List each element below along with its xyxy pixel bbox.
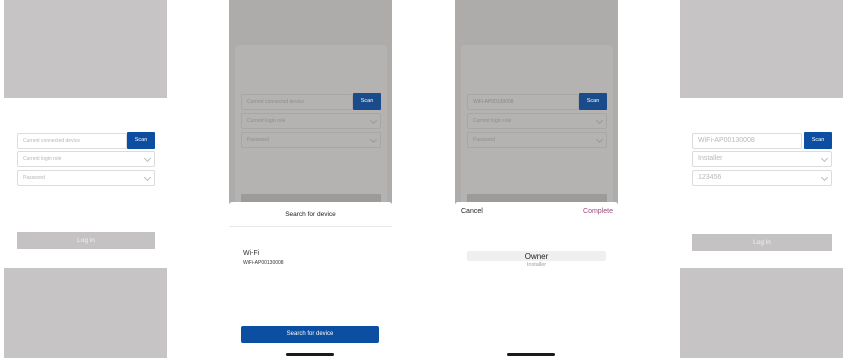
password-field[interactable]: Password xyxy=(467,132,607,148)
scan-button[interactable]: Scan xyxy=(353,93,381,110)
wifi-device-name: WiFi-AP00130008 xyxy=(243,260,284,266)
wifi-list-item[interactable]: Wi-Fi WiFi-AP00130008 xyxy=(243,250,373,272)
chevron-down-icon xyxy=(820,154,829,163)
screen-login-empty: Current connected device Scan Current lo… xyxy=(4,0,167,358)
device-placeholder: Current connected device xyxy=(247,99,304,105)
chevron-down-icon xyxy=(143,173,152,182)
login-button[interactable]: Log in xyxy=(692,234,832,251)
device-field[interactable]: WiFi-AP00130008 xyxy=(692,133,802,149)
search-for-device-button[interactable]: Search for device xyxy=(241,326,379,343)
password-value: 123456 xyxy=(698,174,722,181)
role-select[interactable]: Installer xyxy=(692,151,832,167)
home-indicator xyxy=(286,353,334,356)
role-value: Installer xyxy=(698,155,723,162)
screen-role-picker: WiFi-AP00130008 Scan Current login role … xyxy=(455,0,618,358)
picker-option-installer[interactable]: Installer xyxy=(455,262,618,268)
screen-login-filled: WiFi-AP00130008 Scan Installer 123456 Lo… xyxy=(680,0,843,358)
password-field[interactable]: Password xyxy=(17,170,155,186)
sheet-title: Search for device xyxy=(285,211,336,218)
sheet-divider xyxy=(229,226,392,227)
screen-search-device: Current connected device Scan Current lo… xyxy=(229,0,392,358)
top-gray-area xyxy=(4,0,167,98)
picker-option-owner[interactable]: Owner xyxy=(455,252,618,261)
role-placeholder: Current login role xyxy=(473,118,512,124)
role-select[interactable]: Current login role xyxy=(467,113,607,129)
bottom-gray-area xyxy=(4,268,167,358)
scan-button[interactable]: Scan xyxy=(579,93,607,110)
device-value: WiFi-AP00130008 xyxy=(698,137,755,144)
wifi-heading: Wi-Fi xyxy=(243,250,260,257)
scan-button[interactable]: Scan xyxy=(127,132,155,149)
device-field[interactable]: Current connected device xyxy=(17,133,127,149)
role-placeholder: Current login role xyxy=(23,156,62,162)
device-field[interactable]: Current connected device xyxy=(241,94,353,110)
home-indicator xyxy=(507,353,555,356)
chevron-down-icon xyxy=(595,135,604,144)
device-value: WiFi-AP00130008 xyxy=(473,99,514,105)
chevron-down-icon xyxy=(143,154,152,163)
search-device-sheet: Search for device Wi-Fi WiFi-AP00130008 … xyxy=(229,202,392,358)
password-placeholder: Password xyxy=(247,137,269,143)
password-placeholder: Password xyxy=(23,175,45,181)
role-select[interactable]: Current login role xyxy=(241,113,381,129)
chevron-down-icon xyxy=(369,135,378,144)
chevron-down-icon xyxy=(820,173,829,182)
background-login-button xyxy=(241,194,381,202)
role-picker-sheet: Cancel Complete Owner Installer xyxy=(455,202,618,358)
password-field[interactable]: 123456 xyxy=(692,170,832,186)
device-field[interactable]: WiFi-AP00130008 xyxy=(467,94,579,110)
login-button[interactable]: Log in xyxy=(17,232,155,249)
password-placeholder: Password xyxy=(473,137,495,143)
role-select[interactable]: Current login role xyxy=(17,151,155,167)
device-placeholder: Current connected device xyxy=(23,138,80,144)
password-field[interactable]: Password xyxy=(241,132,381,148)
complete-button[interactable]: Complete xyxy=(583,208,613,215)
chevron-down-icon xyxy=(595,116,604,125)
role-placeholder: Current login role xyxy=(247,118,286,124)
top-gray-area xyxy=(680,0,843,98)
cancel-button[interactable]: Cancel xyxy=(461,208,483,215)
bottom-gray-area xyxy=(680,268,843,358)
scan-button[interactable]: Scan xyxy=(804,132,832,149)
background-login-button xyxy=(467,194,607,202)
chevron-down-icon xyxy=(369,116,378,125)
